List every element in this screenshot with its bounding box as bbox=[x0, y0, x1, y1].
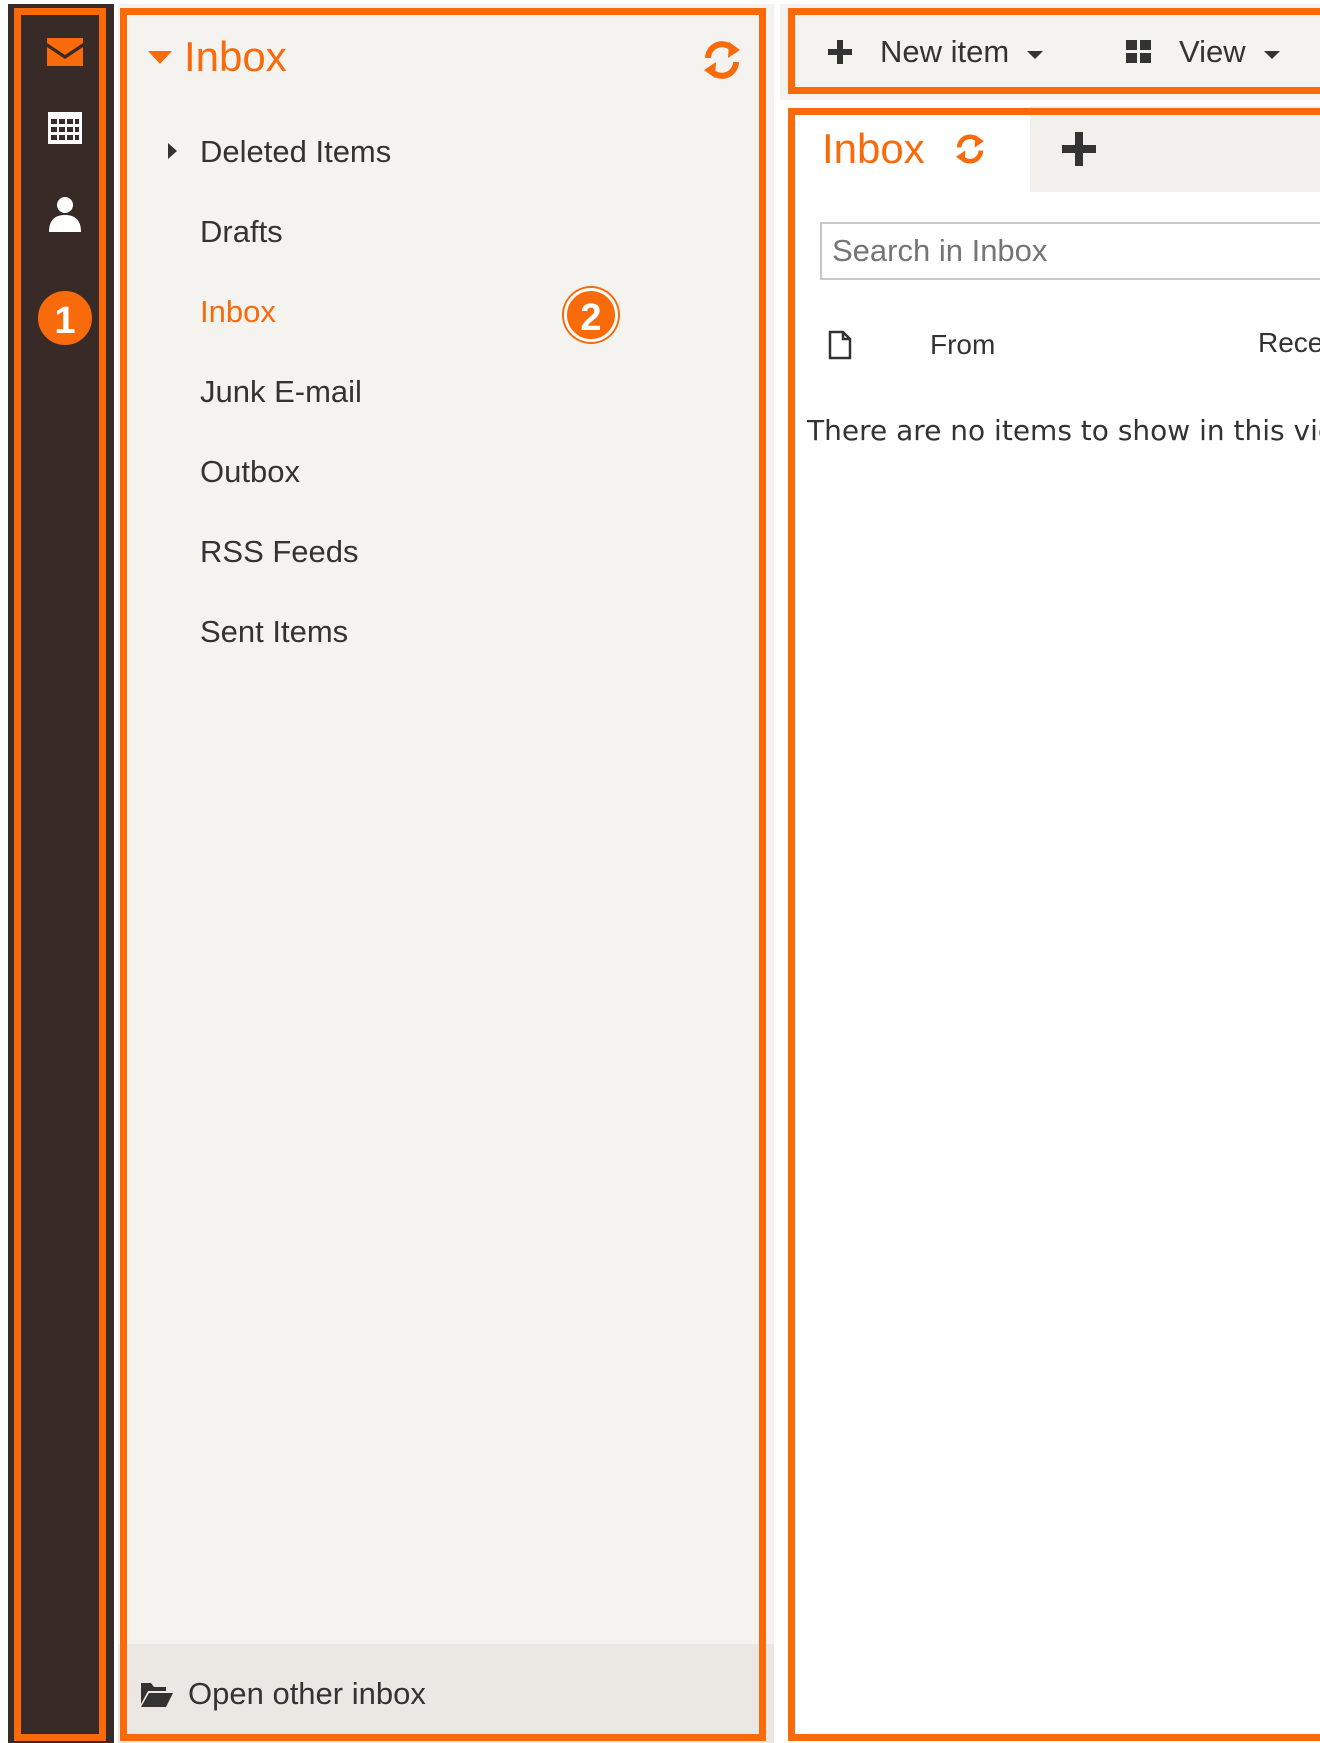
folder-item-rss-feeds[interactable]: RSS Feeds bbox=[118, 512, 758, 592]
toolbar: New item View bbox=[780, 4, 1320, 100]
add-tab-icon[interactable] bbox=[1060, 130, 1098, 168]
refresh-icon[interactable] bbox=[700, 38, 744, 82]
column-received[interactable]: Rece bbox=[1258, 318, 1320, 368]
tab-inbox[interactable]: Inbox bbox=[780, 106, 1030, 192]
folder-pane: Inbox Deleted Items Drafts Inbox Junk E-… bbox=[118, 4, 774, 1743]
mail-icon[interactable] bbox=[45, 32, 85, 72]
message-list-pane: Inbox From Rece There are no items to sh… bbox=[780, 106, 1320, 1743]
chevron-down-icon bbox=[1263, 51, 1280, 59]
column-header-row: From Rece bbox=[780, 320, 1320, 370]
expand-caret-icon[interactable] bbox=[168, 143, 177, 159]
open-other-inbox-button[interactable]: Open other inbox bbox=[118, 1644, 774, 1743]
folder-item-label: Junk E-mail bbox=[200, 374, 362, 409]
view-label: View bbox=[1179, 34, 1246, 69]
column-from[interactable]: From bbox=[930, 320, 995, 370]
view-button[interactable]: View bbox=[1125, 24, 1280, 80]
document-icon[interactable] bbox=[828, 330, 852, 360]
folder-header[interactable]: Inbox bbox=[148, 32, 287, 82]
new-item-label: New item bbox=[880, 34, 1010, 69]
folder-item-outbox[interactable]: Outbox bbox=[118, 432, 758, 512]
folder-list: Deleted Items Drafts Inbox Junk E-mail O… bbox=[118, 112, 758, 672]
calendar-icon[interactable] bbox=[45, 108, 85, 148]
folder-open-icon bbox=[141, 1682, 173, 1707]
folder-pane-title: Inbox bbox=[184, 33, 287, 80]
tab-inbox-title: Inbox bbox=[822, 125, 925, 172]
app-rail: 1 bbox=[8, 4, 114, 1743]
folder-item-label: Inbox bbox=[200, 294, 276, 329]
folder-item-junk-email[interactable]: Junk E-mail bbox=[118, 352, 758, 432]
open-other-inbox-label: Open other inbox bbox=[188, 1675, 426, 1711]
folder-item-deleted-items[interactable]: Deleted Items bbox=[118, 112, 758, 192]
plus-icon bbox=[828, 40, 852, 64]
folder-item-label: Drafts bbox=[200, 214, 283, 249]
chevron-down-icon bbox=[1027, 51, 1044, 59]
grid-icon bbox=[1126, 40, 1151, 63]
contacts-icon[interactable] bbox=[45, 194, 85, 234]
folder-item-label: Sent Items bbox=[200, 614, 349, 649]
add-tab-area bbox=[1030, 106, 1320, 192]
folder-item-label: Outbox bbox=[200, 454, 300, 489]
new-item-button[interactable]: New item bbox=[826, 24, 1044, 80]
search-input[interactable] bbox=[820, 222, 1320, 280]
folder-item-label: RSS Feeds bbox=[200, 534, 359, 569]
folder-item-label: Deleted Items bbox=[200, 134, 392, 169]
folder-item-drafts[interactable]: Drafts bbox=[118, 192, 758, 272]
empty-list-message: There are no items to show in this view bbox=[807, 414, 1320, 447]
folder-item-inbox[interactable]: Inbox bbox=[118, 272, 758, 352]
refresh-icon[interactable] bbox=[953, 132, 987, 166]
folder-item-sent-items[interactable]: Sent Items bbox=[118, 592, 758, 672]
collapse-caret-icon[interactable] bbox=[148, 50, 172, 64]
callout-badge-2: 2 bbox=[564, 288, 618, 342]
callout-badge-1: 1 bbox=[38, 291, 92, 345]
tab-strip: Inbox bbox=[780, 106, 1320, 192]
